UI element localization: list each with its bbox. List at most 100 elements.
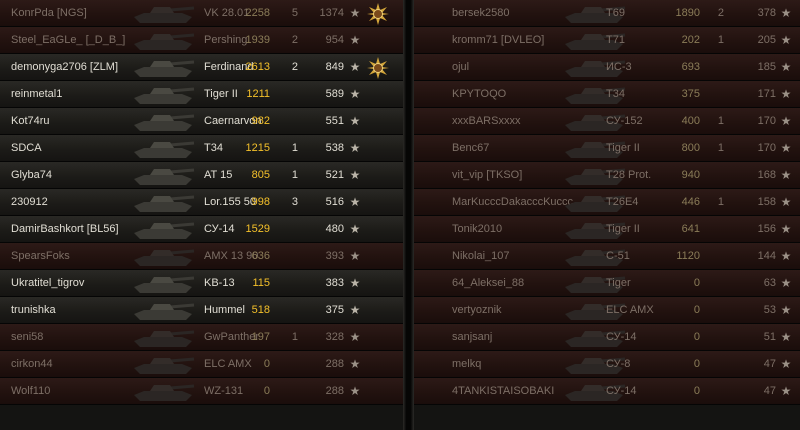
tank-name: T26E4 xyxy=(606,195,639,208)
damage-value: 693 xyxy=(681,60,700,73)
xp-value: 383 xyxy=(325,276,344,289)
damage-value: 0 xyxy=(693,303,700,316)
player-row[interactable]: melkq СУ-8 0 47 ★ xyxy=(414,351,800,378)
star-icon: ★ xyxy=(780,140,792,155)
star-icon: ★ xyxy=(349,383,361,398)
player-name[interactable]: 230912 xyxy=(11,189,139,216)
player-row[interactable]: kromm71 [DVLEO] T71 202 1 205 ★ xyxy=(414,27,800,54)
player-name[interactable]: cirkon44 xyxy=(11,351,139,378)
kills-value: 1 xyxy=(717,141,724,154)
player-name[interactable]: SDCA xyxy=(11,135,139,162)
player-row[interactable]: KonrPda [NGS] VK 28.01 2258 5 1374 ★ xyxy=(0,0,403,27)
star-icon: ★ xyxy=(349,59,361,74)
player-row[interactable]: vertyoznik ELC AMX 0 53 ★ xyxy=(414,297,800,324)
star-icon: ★ xyxy=(349,32,361,47)
player-name[interactable]: Wolf110 xyxy=(11,378,139,405)
star-icon: ★ xyxy=(349,329,361,344)
tank-name: Tiger II xyxy=(606,222,640,235)
player-row[interactable]: Tonik2010 Tiger II 641 156 ★ xyxy=(414,216,800,243)
damage-value: 0 xyxy=(263,384,270,397)
player-name[interactable]: trunishka xyxy=(11,297,139,324)
player-row[interactable]: Kot74ru Caernarvon 982 551 ★ xyxy=(0,108,403,135)
player-row[interactable]: 230912 Lor.155 50 998 3 516 ★ xyxy=(0,189,403,216)
tank-name: T28 Prot. xyxy=(606,168,652,181)
team-divider xyxy=(403,0,414,430)
star-icon: ★ xyxy=(349,5,361,20)
player-row[interactable]: reinmetal1 Tiger II 1211 589 ★ xyxy=(0,81,403,108)
player-row[interactable]: xxxBARSxxxx СУ-152 400 1 170 ★ xyxy=(414,108,800,135)
damage-value: 0 xyxy=(263,357,270,370)
player-name[interactable]: Kot74ru xyxy=(11,108,139,135)
player-row[interactable]: trunishka Hummel 518 375 ★ xyxy=(0,297,403,324)
player-row[interactable]: Nikolai_107 C-51 1120 144 ★ xyxy=(414,243,800,270)
damage-value: 982 xyxy=(251,114,270,127)
player-name[interactable]: Ukratitel_tigrov xyxy=(11,270,139,297)
star-icon: ★ xyxy=(349,167,361,182)
player-row[interactable]: vit_vip [TKSO] T28 Prot. 940 168 ★ xyxy=(414,162,800,189)
tank-icon xyxy=(130,325,198,350)
tank-icon xyxy=(130,28,198,53)
tank-name: Tiger xyxy=(606,276,631,289)
star-icon: ★ xyxy=(780,194,792,209)
damage-value: 1529 xyxy=(245,222,270,235)
player-name[interactable]: demonyga2706 [ZLM] xyxy=(11,54,139,81)
xp-value: 170 xyxy=(757,114,776,127)
player-row[interactable]: MarKucccDakacccKuccc T26E4 446 1 158 ★ xyxy=(414,189,800,216)
medal-icon xyxy=(367,3,389,25)
player-row[interactable]: sanjsanj СУ-14 0 51 ★ xyxy=(414,324,800,351)
player-name[interactable]: Glyba74 xyxy=(11,162,139,189)
player-row[interactable]: Glyba74 AT 15 805 1 521 ★ xyxy=(0,162,403,189)
damage-value: 1215 xyxy=(245,141,270,154)
star-icon: ★ xyxy=(780,113,792,128)
player-row[interactable]: Ukratitel_tigrov KB-13 115 383 ★ xyxy=(0,270,403,297)
tank-name: T69 xyxy=(606,6,625,19)
player-row[interactable]: ojul ИС-3 693 185 ★ xyxy=(414,54,800,81)
damage-value: 0 xyxy=(693,276,700,289)
player-name[interactable]: SpearsFoks xyxy=(11,243,139,270)
player-row[interactable]: 4TANKISTAISOBAKI СУ-14 0 47 ★ xyxy=(414,378,800,405)
player-row[interactable]: cirkon44 ELC AMX 0 288 ★ xyxy=(0,351,403,378)
star-icon: ★ xyxy=(780,86,792,101)
xp-value: 288 xyxy=(325,384,344,397)
player-row[interactable]: Wolf110 WZ-131 0 288 ★ xyxy=(0,378,403,405)
xp-value: 158 xyxy=(757,195,776,208)
damage-value: 202 xyxy=(681,33,700,46)
tank-icon xyxy=(130,244,198,269)
star-icon: ★ xyxy=(780,221,792,236)
xp-value: 375 xyxy=(325,303,344,316)
damage-value: 2258 xyxy=(245,6,270,19)
tank-icon xyxy=(130,379,198,404)
player-row[interactable]: Benc67 Tiger II 800 1 170 ★ xyxy=(414,135,800,162)
player-row[interactable]: Steel_EaGLe_ [_D_B_] Pershing 1939 2 954 ★ xyxy=(0,27,403,54)
damage-value: 636 xyxy=(251,249,270,262)
xp-value: 47 xyxy=(763,384,776,397)
tank-icon xyxy=(130,352,198,377)
xp-value: 51 xyxy=(763,330,776,343)
tank-name: T34 xyxy=(606,87,625,100)
damage-value: 998 xyxy=(251,195,270,208)
star-icon: ★ xyxy=(349,275,361,290)
player-name[interactable]: seni58 xyxy=(11,324,139,351)
player-row[interactable]: bersek2580 T69 1890 2 378 ★ xyxy=(414,0,800,27)
star-icon: ★ xyxy=(349,194,361,209)
tank-name: ИС-3 xyxy=(606,60,632,73)
player-row[interactable]: demonyga2706 [ZLM] Ferdinand 2613 2 849 ★ xyxy=(0,54,403,81)
left-team-list: KonrPda [NGS] VK 28.01 2258 5 1374 ★ Steel_EaG… xyxy=(0,0,403,430)
player-row[interactable]: seni58 GwPanther 197 1 328 ★ xyxy=(0,324,403,351)
player-row[interactable]: DamirBashkort [BL56] СУ-14 1529 480 ★ xyxy=(0,216,403,243)
tank-name: СУ-152 xyxy=(606,114,643,127)
tank-name: СУ-14 xyxy=(606,384,637,397)
player-row[interactable]: SDCA T34 1215 1 538 ★ xyxy=(0,135,403,162)
xp-value: 551 xyxy=(325,114,344,127)
player-name[interactable]: KonrPda [NGS] xyxy=(11,0,139,27)
player-name[interactable]: Steel_EaGLe_ [_D_B_] xyxy=(11,27,139,54)
kills-value: 1 xyxy=(717,195,724,208)
kills-value: 1 xyxy=(291,141,298,154)
player-name[interactable]: reinmetal1 xyxy=(11,81,139,108)
xp-value: 328 xyxy=(325,330,344,343)
tank-icon xyxy=(130,163,198,188)
player-row[interactable]: KPYTOQO T34 375 171 ★ xyxy=(414,81,800,108)
player-row[interactable]: SpearsFoks AMX 13 90 636 393 ★ xyxy=(0,243,403,270)
player-row[interactable]: 64_Aleksei_88 Tiger 0 63 ★ xyxy=(414,270,800,297)
player-name[interactable]: DamirBashkort [BL56] xyxy=(11,216,139,243)
